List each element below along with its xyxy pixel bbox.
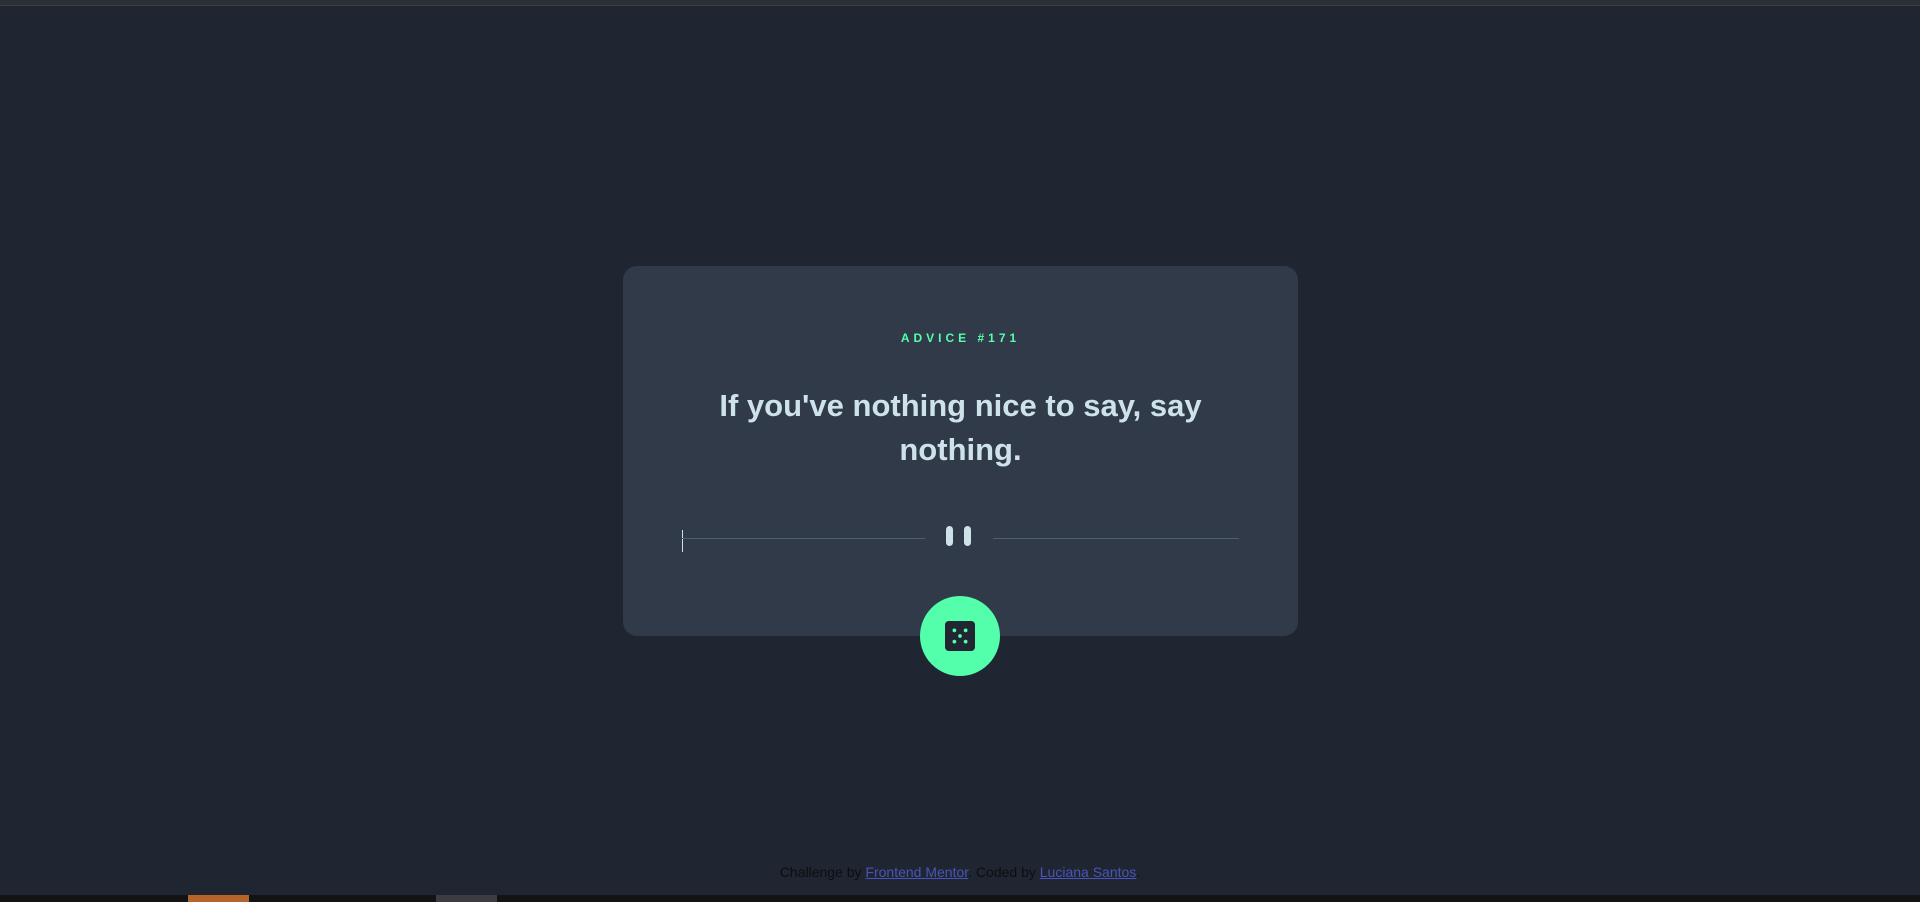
pause-bar-left	[946, 526, 953, 546]
pattern-divider	[682, 524, 1239, 552]
pause-bar-right	[964, 526, 971, 546]
advice-number: ADVICE #171	[900, 331, 1021, 345]
pause-icon	[946, 526, 972, 548]
attribution-footer: Challenge by Frontend Mentor. Coded by L…	[0, 864, 1920, 880]
new-advice-button[interactable]	[920, 596, 1000, 676]
taskbar	[0, 895, 1920, 902]
advice-card: ADVICE #171 If you've nothing nice to sa…	[623, 266, 1298, 636]
window-top-bar	[0, 0, 1920, 6]
advice-quote: If you've nothing nice to say, say nothi…	[719, 388, 1202, 467]
footer-suffix: .	[1136, 864, 1141, 880]
footer-middle: . Coded by	[968, 864, 1040, 880]
frontend-mentor-link[interactable]: Frontend Mentor	[865, 864, 968, 880]
taskbar-app-2[interactable]	[436, 895, 497, 902]
divider-line-right	[993, 538, 1239, 539]
dice-icon	[945, 621, 975, 651]
taskbar-app-1[interactable]	[188, 895, 249, 902]
author-link[interactable]: Luciana Santos	[1040, 864, 1137, 880]
text-cursor	[682, 530, 683, 552]
divider-line-left	[682, 538, 925, 539]
footer-prefix: Challenge by	[779, 864, 866, 880]
